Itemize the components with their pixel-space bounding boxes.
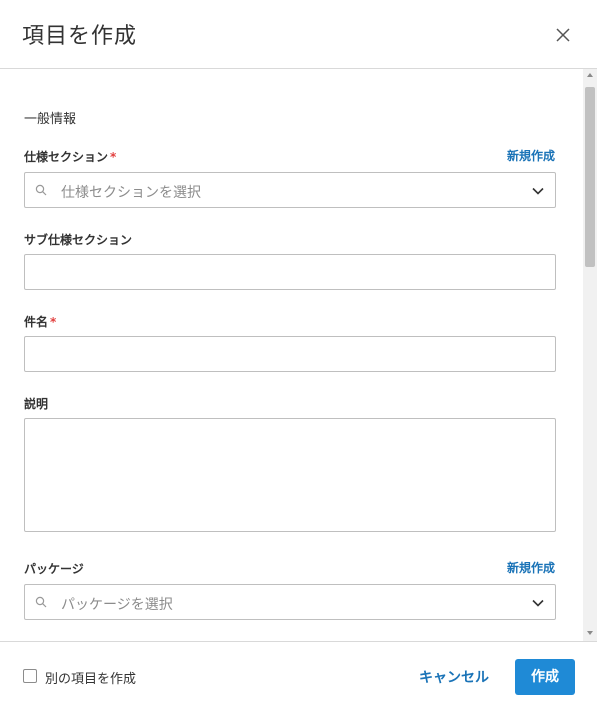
sub-spec-section-label: サブ仕様セクション bbox=[24, 233, 133, 247]
dialog-header: 項目を作成 bbox=[0, 0, 597, 69]
scrollbar[interactable] bbox=[583, 69, 597, 641]
create-another-label[interactable]: 別の項目を作成 bbox=[45, 668, 136, 687]
package-label: パッケージ bbox=[24, 562, 84, 576]
search-icon bbox=[35, 596, 47, 608]
required-mark: * bbox=[110, 150, 117, 164]
dialog-body: 一般情報 仕様セクション * 新規作成 仕様セクションを選択 サブ仕様セクション … bbox=[0, 69, 583, 641]
spec-section-new-link[interactable]: 新規作成 bbox=[507, 147, 555, 164]
subject-label: 件名 * bbox=[24, 313, 56, 330]
scroll-up-arrow-icon[interactable] bbox=[587, 73, 593, 77]
chevron-down-icon bbox=[532, 187, 544, 195]
spec-section-label-text: 仕様セクション bbox=[24, 150, 109, 164]
package-select[interactable]: パッケージを選択 bbox=[24, 584, 556, 620]
sub-spec-section-input[interactable] bbox=[24, 254, 556, 290]
dialog-footer: 別の項目を作成 キャンセル 作成 bbox=[0, 641, 597, 707]
scroll-down-arrow-icon[interactable] bbox=[587, 631, 593, 635]
close-icon[interactable] bbox=[552, 24, 574, 46]
description-label: 説明 bbox=[24, 397, 49, 411]
scrollbar-thumb[interactable] bbox=[585, 87, 595, 267]
required-mark: * bbox=[50, 315, 57, 329]
subject-input[interactable] bbox=[24, 336, 556, 372]
create-button[interactable]: 作成 bbox=[515, 659, 575, 695]
search-icon bbox=[35, 184, 47, 196]
spec-section-select[interactable]: 仕様セクションを選択 bbox=[24, 172, 556, 208]
subject-label-text: 件名 bbox=[24, 315, 49, 329]
package-placeholder: パッケージを選択 bbox=[61, 597, 173, 613]
section-title-general: 一般情報 bbox=[24, 112, 77, 127]
spec-section-label: 仕様セクション * bbox=[24, 148, 116, 165]
dialog-title: 項目を作成 bbox=[22, 24, 138, 49]
spec-section-placeholder: 仕様セクションを選択 bbox=[61, 185, 201, 201]
cancel-button[interactable]: キャンセル bbox=[419, 667, 489, 687]
package-new-link[interactable]: 新規作成 bbox=[507, 559, 555, 576]
chevron-down-icon bbox=[532, 599, 544, 607]
create-another-checkbox[interactable] bbox=[23, 669, 37, 683]
description-textarea[interactable] bbox=[24, 418, 556, 532]
